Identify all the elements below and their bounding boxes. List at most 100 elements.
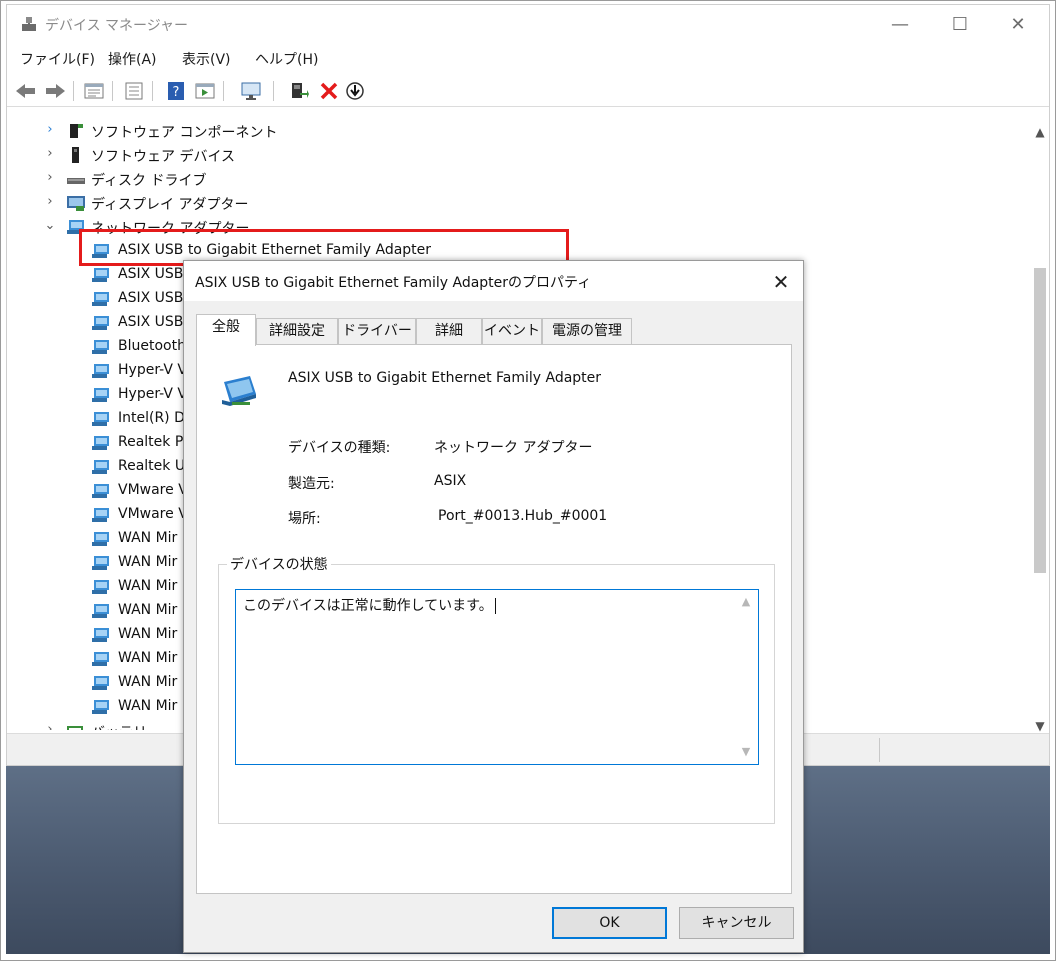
tab-driver[interactable]: ドライバー <box>338 318 416 345</box>
tree-item-label: Realtek P <box>118 434 184 450</box>
menu-view[interactable]: 表示(V) <box>182 49 231 69</box>
tree-item-label: WAN Mir <box>118 674 178 690</box>
scrollbar-thumb[interactable] <box>1034 268 1046 573</box>
tree-item-label: WAN Mir <box>118 698 178 714</box>
expand-arrow-icon[interactable]: › <box>43 722 57 730</box>
network-adapter-icon <box>92 676 109 690</box>
tree-category-display-adapters[interactable]: › ディスプレイ アダプター <box>7 191 907 215</box>
tree-category-label: ソフトウェア コンポーネント <box>91 125 278 141</box>
help-icon[interactable]: ? <box>164 79 188 103</box>
tree-item-label: VMware V <box>118 482 188 498</box>
tree-category-software-devices[interactable]: › ソフトウェア デバイス <box>7 143 907 167</box>
menu-file[interactable]: ファイル(F) <box>20 49 95 69</box>
tree-item-label: Realtek U <box>118 458 186 474</box>
location-label: 場所: <box>288 511 321 527</box>
properties-dialog: ASIX USB to Gigabit Ethernet Family Adap… <box>183 260 804 953</box>
tree-item-label: VMware V <box>118 506 188 522</box>
forward-arrow-icon[interactable] <box>43 79 67 103</box>
tree-item-label: WAN Mir <box>118 578 178 594</box>
network-adapter-icon <box>92 412 109 426</box>
dialog-title-bar: ASIX USB to Gigabit Ethernet Family Adap… <box>184 261 803 301</box>
tab-power-management[interactable]: 電源の管理 <box>542 318 632 345</box>
device-status-textbox[interactable]: このデバイスは正常に動作しています。 ▲ ▼ <box>235 589 759 765</box>
network-adapter-icon <box>92 364 109 378</box>
back-arrow-icon[interactable] <box>14 79 38 103</box>
network-adapter-icon <box>92 580 109 594</box>
menu-help[interactable]: ヘルプ(H) <box>255 49 318 69</box>
tab-strip: 全般 詳細設定 ドライバー 詳細 イベント 電源の管理 <box>196 314 796 346</box>
maximize-button[interactable]: ☐ <box>940 11 980 39</box>
ok-button[interactable]: OK <box>552 907 667 939</box>
uninstall-x-icon[interactable] <box>317 79 341 103</box>
tree-item-label: Intel(R) D <box>118 410 185 426</box>
network-adapter-icon <box>92 532 109 546</box>
list-view-icon[interactable] <box>122 79 146 103</box>
title-bar: デバイス マネージャー — ☐ ✕ <box>7 5 1049 43</box>
expand-arrow-icon[interactable]: › <box>43 122 57 138</box>
device-status-message: このデバイスは正常に動作しています。 <box>243 598 493 614</box>
tab-general[interactable]: 全般 <box>196 314 256 346</box>
network-adapter-icon <box>92 268 109 282</box>
battery-icon <box>67 726 83 730</box>
tab-details[interactable]: 詳細 <box>416 318 482 345</box>
network-adapter-icon <box>92 292 109 306</box>
status-separator <box>879 738 880 762</box>
manufacturer-value: ASIX <box>434 473 467 489</box>
tree-item-label: Hyper-V V <box>118 386 188 402</box>
tree-category-label: バッテリ <box>91 722 147 730</box>
tree-category-label: ディスプレイ アダプター <box>91 197 249 213</box>
tree-category-disk-drives[interactable]: › ディスク ドライブ <box>7 167 907 191</box>
network-adapter-icon <box>222 376 256 406</box>
network-adapter-icon <box>92 484 109 498</box>
tree-item-label: Bluetooth <box>118 338 186 354</box>
tree-item-label: Hyper-V V <box>118 362 188 378</box>
scroll-down-arrow-icon[interactable]: ▼ <box>738 744 754 760</box>
cancel-button[interactable]: キャンセル <box>679 907 794 939</box>
add-driver-icon[interactable] <box>287 79 311 103</box>
network-adapter-icon <box>92 700 109 714</box>
network-adapter-icon <box>92 436 109 450</box>
tree-scrollbar[interactable]: ▲ ▼ <box>1031 123 1049 735</box>
menu-action[interactable]: 操作(A) <box>108 49 157 69</box>
run-icon[interactable] <box>193 79 217 103</box>
display-adapter-icon <box>67 196 85 211</box>
minimize-button[interactable]: — <box>880 11 920 39</box>
tab-events[interactable]: イベント <box>482 318 542 345</box>
tree-category-software-components[interactable]: › ソフトウェア コンポーネント <box>7 119 907 143</box>
svg-text:?: ? <box>173 85 180 100</box>
expand-arrow-icon[interactable]: › <box>43 194 57 210</box>
collapse-arrow-icon[interactable]: ⌄ <box>43 218 57 234</box>
scroll-up-arrow-icon[interactable]: ▲ <box>1031 123 1049 141</box>
toolbar-separator <box>152 81 153 101</box>
network-adapter-icon <box>92 628 109 642</box>
network-adapter-icon <box>92 604 109 618</box>
expand-arrow-icon[interactable]: › <box>43 146 57 162</box>
tree-item-label: WAN Mir <box>118 530 178 546</box>
close-button[interactable]: ✕ <box>998 11 1038 39</box>
software-component-icon <box>70 124 83 138</box>
tree-item-label: WAN Mir <box>118 602 178 618</box>
scroll-up-arrow-icon[interactable]: ▲ <box>738 594 754 610</box>
device-type-label: デバイスの種類: <box>288 440 391 456</box>
network-adapter-icon <box>92 460 109 474</box>
tree-item-label: ASIX USB <box>118 290 184 306</box>
network-adapter-icon <box>92 316 109 330</box>
tree-item-label: WAN Mir <box>118 626 178 642</box>
device-type-value: ネットワーク アダプター <box>434 440 593 456</box>
tree-item-label: ASIX USB <box>118 266 184 282</box>
tree-item-label: WAN Mir <box>118 650 178 666</box>
toolbar-separator <box>73 81 74 101</box>
update-download-icon[interactable] <box>343 79 367 103</box>
dialog-close-button[interactable]: ✕ <box>768 269 794 295</box>
tree-item-label: ASIX USB <box>118 314 184 330</box>
window-title: デバイス マネージャー <box>45 18 189 34</box>
properties-grid-icon[interactable] <box>82 79 106 103</box>
monitor-icon[interactable] <box>239 79 263 103</box>
software-device-icon <box>72 147 79 163</box>
tab-advanced[interactable]: 詳細設定 <box>256 318 338 345</box>
network-adapter-icon <box>92 508 109 522</box>
tree-item-label: WAN Mir <box>118 554 178 570</box>
toolbar-separator <box>223 81 224 101</box>
expand-arrow-icon[interactable]: › <box>43 170 57 186</box>
device-manager-app-icon <box>22 17 36 31</box>
